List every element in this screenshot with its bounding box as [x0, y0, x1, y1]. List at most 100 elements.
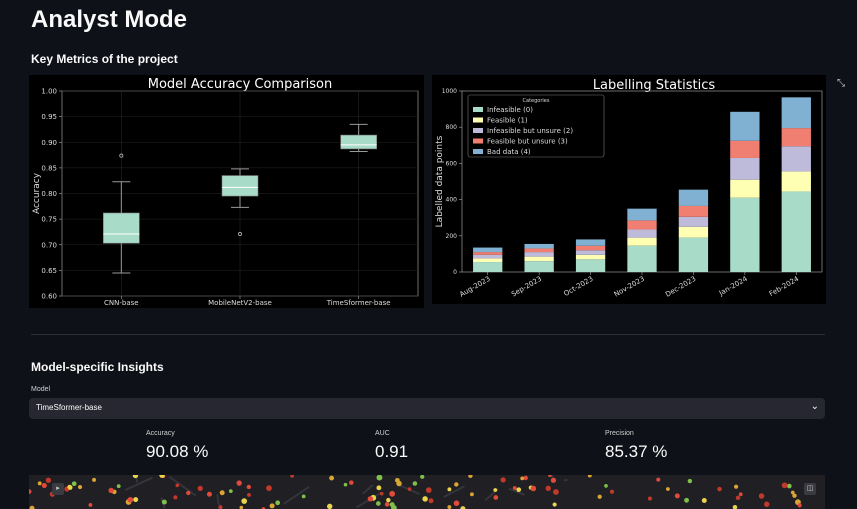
- map-point: [548, 475, 552, 478]
- map-point: [587, 475, 592, 478]
- legend-label: Infeasible (0): [487, 106, 533, 114]
- x-tick-label: Dec-2023: [664, 275, 697, 299]
- map-point: [349, 480, 354, 485]
- map-point: [197, 485, 203, 492]
- map-point: [550, 477, 557, 483]
- metric-label: AUC: [375, 430, 390, 437]
- map-point: [797, 503, 802, 508]
- metric-value: 85.37 %: [605, 442, 668, 461]
- x-tick-label: Nov-2023: [613, 275, 646, 299]
- map-point: [792, 493, 797, 498]
- map-point: [468, 475, 473, 479]
- y-axis-label: Accuracy: [32, 172, 42, 214]
- legend-label: Infeasible but unsure (2): [487, 127, 573, 135]
- map-road: [563, 478, 568, 482]
- map-point: [71, 481, 77, 487]
- map-point: [732, 504, 738, 509]
- map-point: [733, 484, 739, 489]
- map-point: [738, 492, 743, 497]
- bar-segment: [575, 239, 606, 246]
- bar-segment: [524, 252, 554, 257]
- legend-title: Categories: [523, 98, 550, 104]
- map-point: [108, 487, 114, 494]
- x-tick-label: Sep-2023: [510, 275, 543, 299]
- map-point: [376, 475, 383, 481]
- map-view[interactable]: ▸ ◫: [29, 475, 825, 509]
- map-point: [420, 475, 425, 479]
- bar-segment: [524, 243, 554, 249]
- map-point: [407, 487, 412, 491]
- key-metrics-heading: Key Metrics of the project: [31, 52, 178, 66]
- bar-segment: [473, 262, 503, 272]
- map-point: [545, 485, 551, 492]
- bar-segment: [473, 254, 503, 259]
- expand-icon[interactable]: ⤡: [833, 76, 849, 92]
- y-tick-label: 0.90: [41, 139, 57, 147]
- bar-segment: [678, 226, 709, 238]
- bar-segment: [781, 171, 811, 192]
- x-tick-label: TimeSformer-base: [326, 299, 391, 307]
- map-point: [389, 490, 396, 497]
- section-divider: [31, 334, 825, 335]
- model-select-label: Model: [31, 386, 51, 393]
- metric-value: 0.91: [375, 442, 409, 461]
- map-point: [247, 492, 251, 497]
- legend-swatch: [473, 128, 483, 133]
- bar-segment: [575, 245, 606, 251]
- map-point: [386, 497, 391, 503]
- bar-segment: [730, 111, 760, 141]
- map-point: [512, 486, 517, 490]
- map-point: [553, 489, 559, 495]
- bar-segment: [575, 259, 606, 272]
- bar-segment: [627, 229, 657, 238]
- map-point: [453, 500, 460, 507]
- bar-segment: [575, 254, 606, 260]
- x-tick-label: MobileNetV2-base: [208, 299, 272, 307]
- map-road: [443, 485, 465, 499]
- y-axis-label: Labelled data points: [435, 135, 445, 227]
- map-point: [175, 483, 180, 488]
- map-point: [493, 488, 498, 492]
- map-point: [530, 485, 537, 492]
- legend-swatch: [473, 117, 483, 123]
- map-point: [396, 480, 402, 487]
- map-road: [168, 475, 197, 497]
- bar-segment: [781, 191, 811, 272]
- bar-segment: [678, 205, 709, 217]
- metric-accuracy: Accuracy 90.08 %: [146, 430, 208, 462]
- map-point: [656, 477, 661, 482]
- legend-label: Bad data (4): [487, 148, 531, 156]
- insights-heading: Model-specific Insights: [31, 360, 164, 374]
- layers-icon[interactable]: ▸: [52, 483, 64, 495]
- map-point: [781, 482, 788, 489]
- bar-segment: [730, 157, 760, 180]
- bar-segment: [524, 261, 554, 272]
- bar-segment: [627, 220, 657, 230]
- x-tick-label: Jan-2024: [717, 275, 749, 298]
- model-select-value: TimeSformer-base: [36, 403, 102, 412]
- map-point: [29, 489, 32, 494]
- y-tick-label: 600: [446, 160, 458, 167]
- bar-segment: [627, 208, 657, 221]
- map-point: [493, 495, 499, 500]
- accuracy-box-chart: Model Accuracy Comparison 0.60 0.65 0.70 0.7…: [29, 75, 424, 308]
- labelling-stacked-bar-chart: Labelling Statistics02004006008001000Lab…: [432, 75, 826, 304]
- bar-segment: [678, 189, 709, 206]
- square-icon[interactable]: ◫: [804, 483, 816, 495]
- map-point: [219, 490, 225, 496]
- map-point: [116, 484, 121, 489]
- legend-swatch: [473, 107, 483, 112]
- map-point: [684, 497, 690, 503]
- x-tick-label: Aug-2023: [458, 275, 491, 299]
- bar-segment: [473, 252, 503, 255]
- map-point: [516, 487, 522, 493]
- metric-label: Precision: [605, 430, 634, 437]
- map-point: [786, 483, 792, 489]
- map-point: [327, 503, 333, 509]
- y-tick-label: 0.95: [41, 113, 57, 121]
- bar-segment: [730, 197, 760, 272]
- map-point: [764, 501, 770, 507]
- bar-segment: [730, 179, 760, 198]
- map-point: [597, 494, 602, 499]
- model-select[interactable]: TimeSformer-base ⌄: [29, 398, 825, 419]
